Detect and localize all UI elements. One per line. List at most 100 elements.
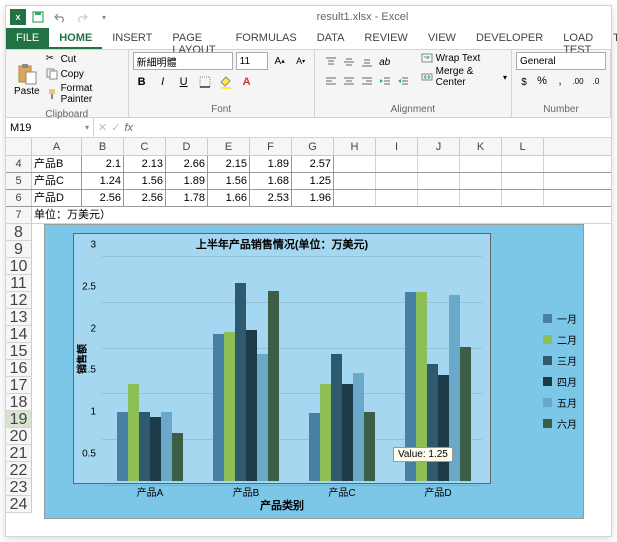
row-header[interactable]: 15 [6,343,32,360]
cell[interactable]: 1.24 [82,173,124,189]
cell[interactable]: 1.78 [166,190,208,206]
accounting-button[interactable]: $ [516,73,532,89]
underline-button[interactable]: U [175,73,193,91]
chart-bar[interactable] [172,433,183,481]
row-header[interactable]: 11 [6,275,32,292]
decrease-decimal-button[interactable]: .0 [588,73,604,89]
cell[interactable]: 2.15 [208,156,250,172]
ribbon-tab-review[interactable]: REVIEW [354,28,417,49]
align-bottom-button[interactable] [359,54,375,70]
cell[interactable]: 2.13 [124,156,166,172]
chart-bar[interactable] [320,384,331,481]
cell[interactable]: 2.57 [292,156,334,172]
spreadsheet-grid[interactable]: ABCDEFGHIJKL 4产品B2.12.132.662.151.892.57… [6,138,611,524]
cell[interactable] [418,190,460,206]
comma-button[interactable]: , [552,73,568,89]
cell[interactable]: 1.96 [292,190,334,206]
column-header[interactable]: E [208,138,250,155]
chart-bar[interactable] [268,291,279,481]
cell[interactable]: 1.56 [124,173,166,189]
align-top-button[interactable] [323,54,339,70]
cell[interactable]: 2.56 [82,190,124,206]
embedded-chart[interactable]: 上半年产品销售情况(单位：万美元) 销售额 0.511.522.53 产品A产品… [44,224,584,519]
row-header[interactable]: 18 [6,394,32,411]
column-header[interactable]: H [334,138,376,155]
chart-bar[interactable] [139,412,150,481]
font-color-button[interactable]: A [238,73,256,91]
cell[interactable]: 2.56 [124,190,166,206]
cell[interactable]: 产品C [32,173,82,189]
ribbon-tab-formulas[interactable]: FORMULAS [226,28,307,49]
ribbon-tab-insert[interactable]: INSERT [102,28,162,49]
cell[interactable]: 1.66 [208,190,250,206]
font-name-select[interactable] [133,52,233,70]
row-header[interactable]: 13 [6,309,32,326]
cell[interactable]: 2.53 [250,190,292,206]
row-header[interactable]: 5 [6,173,32,189]
row-header[interactable]: 21 [6,445,32,462]
paste-button[interactable]: Paste [10,52,44,106]
cell[interactable]: 2.66 [166,156,208,172]
number-format-select[interactable] [516,52,606,70]
chart-bar[interactable] [331,354,342,481]
qat-dropdown-icon[interactable]: ▾ [94,8,114,26]
row-header[interactable]: 9 [6,241,32,258]
cell[interactable] [460,173,502,189]
chart-bar[interactable] [246,330,257,481]
row-header[interactable]: 14 [6,326,32,343]
cell[interactable] [334,156,376,172]
row-header[interactable]: 4 [6,156,32,172]
align-middle-button[interactable] [341,54,357,70]
row-header[interactable]: 24 [6,496,32,513]
border-button[interactable] [196,73,214,91]
chart-bar[interactable] [224,332,235,481]
chart-bar[interactable] [342,384,353,481]
chart-bar[interactable] [117,412,128,481]
align-left-button[interactable] [323,73,339,89]
row-header[interactable]: 8 [6,224,32,241]
cell[interactable] [502,156,544,172]
ribbon-tab-home[interactable]: HOME [49,28,102,49]
column-header[interactable]: D [166,138,208,155]
cell[interactable] [376,173,418,189]
cell[interactable]: 1.89 [250,156,292,172]
row-header[interactable]: 7 [6,207,32,223]
column-header[interactable]: A [32,138,82,155]
row-header[interactable]: 20 [6,428,32,445]
cell[interactable] [418,156,460,172]
cell[interactable]: 产品D [32,190,82,206]
cut-button[interactable]: ✂Cut [44,52,124,66]
column-header[interactable]: G [292,138,334,155]
ribbon-tab-file[interactable]: FILE [6,28,49,49]
enter-icon[interactable]: ✓ [111,121,120,134]
align-right-button[interactable] [359,73,375,89]
column-header[interactable]: L [502,138,544,155]
chart-bar[interactable] [161,412,172,481]
column-header[interactable]: F [250,138,292,155]
cell[interactable]: 1.56 [208,173,250,189]
save-icon[interactable] [28,8,48,26]
chart-bar[interactable] [364,412,375,481]
ribbon-tab-page-layout[interactable]: PAGE LAYOUT [162,28,225,49]
chart-bar[interactable] [427,364,438,481]
cell[interactable] [334,190,376,206]
grow-font-button[interactable]: A▴ [271,52,289,70]
fill-color-button[interactable] [217,73,235,91]
row-header[interactable]: 19 [6,411,32,428]
cell[interactable]: 1.68 [250,173,292,189]
cell[interactable]: 2.1 [82,156,124,172]
cell[interactable] [460,156,502,172]
decrease-indent-button[interactable] [377,73,393,89]
fx-icon[interactable]: fx [124,122,133,134]
font-size-select[interactable] [236,52,268,70]
column-header[interactable]: K [460,138,502,155]
cell[interactable]: 1.89 [166,173,208,189]
chart-bar[interactable] [128,384,139,481]
increase-decimal-button[interactable]: .00 [570,73,586,89]
column-header[interactable]: C [124,138,166,155]
formula-input[interactable] [137,118,611,137]
merge-center-button[interactable]: Merge & Center▾ [421,66,507,88]
name-box[interactable]: M19▾ [6,118,94,137]
copy-button[interactable]: Copy [44,67,124,81]
chart-bar[interactable] [438,375,449,481]
